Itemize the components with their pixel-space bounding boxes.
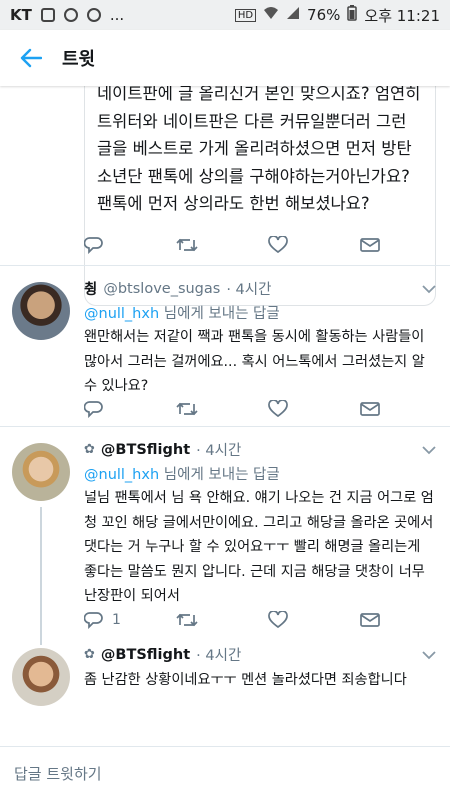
tweet-header: ✿ @BTSflight · 4시간 [84,439,241,460]
hd-icon: HD [234,8,257,22]
reply-context: @null_hxh 님에게 보내는 답글 [84,463,280,484]
envelope-icon [360,238,380,252]
reply-icon [84,237,103,254]
clock: 오후 11:21 [364,6,440,25]
tweet-header: 췽 @btslove_sugas · 4시간 [84,278,271,299]
wifi-icon [263,6,279,24]
retweet-icon [176,238,198,252]
quoted-tweet-text: 네이트판에 글 올리신거 본인 맞으시죠? 엄연히 트위터와 네이트판은 다른 … [97,86,421,213]
heart-icon [268,236,288,254]
at-icon [86,8,101,22]
main-tweet-actions [84,234,450,256]
reply-button[interactable]: 1 [84,611,176,629]
reply-button[interactable] [84,236,176,254]
reply-context: @null_hxh 님에게 보내는 답글 [84,302,280,323]
retweet-icon [176,402,198,416]
reply-composer[interactable]: 답글 트윗하기 [0,746,450,800]
tweet-item[interactable]: ✿ @BTSflight · 4시간 @null_hxh 님에게 보내는 답글 … [0,427,450,645]
dm-button[interactable] [360,612,450,628]
reply-placeholder[interactable]: 답글 트윗하기 [14,763,102,784]
reply-icon [84,401,103,418]
sync-icon [63,8,78,22]
display-name[interactable]: @BTSflight [101,442,190,458]
back-button[interactable] [0,30,62,86]
tweet-text: 널님 팬톡에서 님 욕 안해요. 얘기 나오는 건 지금 어그로 엄청 꼬인 해… [84,490,434,604]
like-button[interactable] [268,400,360,418]
reply-count: 1 [112,612,121,628]
thread-connector [40,507,42,645]
app-bar: 트윗 [0,30,450,86]
tweet-item[interactable]: 췽 @btslove_sugas · 4시간 @null_hxh 님에게 보내는… [0,266,450,428]
dm-button[interactable] [360,401,450,417]
battery-icon [347,5,358,25]
user-emoji-icon: ✿ [84,442,95,457]
tweet-time: · 4시간 [226,282,272,298]
mention-link[interactable]: @null_hxh [84,306,159,322]
carrier-label: KT [10,6,32,24]
tweet-text: 좀 난감한 상황이네요ㅜㅜ 멘션 놀라셨다면 죄송합니다 [84,672,407,688]
tweet-thread[interactable]: 네이트판에 글 올리신거 본인 맞으시죠? 엄연히 트위터와 네이트판은 다른 … [0,86,450,746]
tweet-item[interactable]: ✿ @BTSflight · 4시간 좀 난감한 상황이네요ㅜㅜ 멘션 놀라셨다… [0,638,450,746]
dm-button[interactable] [360,237,450,253]
like-button[interactable] [268,611,360,629]
back-arrow-icon [20,48,42,68]
tweet-time: · 4시간 [196,443,242,459]
tweet-time: · 4시간 [196,648,242,664]
reply-suffix: 님에게 보내는 답글 [163,306,280,322]
avatar[interactable] [12,282,70,340]
like-button[interactable] [268,236,360,254]
signal-icon [286,6,300,24]
tweet-text: 왠만해서는 저같이 짹과 팬톡을 동시에 활동하는 사람들이 많아서 그러는 걸… [84,329,425,394]
gallery-icon [40,8,55,22]
retweet-button[interactable] [176,400,268,418]
envelope-icon [360,402,380,416]
mention-link[interactable]: @null_hxh [84,467,159,483]
tweet-header: ✿ @BTSflight · 4시간 [84,644,241,665]
reply-button[interactable] [84,400,176,418]
page-title: 트윗 [62,49,96,70]
reply-icon [84,612,103,629]
user-handle[interactable]: @btslove_sugas [103,281,220,297]
retweet-button[interactable] [176,611,268,629]
chevron-down-icon[interactable] [422,650,436,660]
tweet-actions: 1 [84,609,450,631]
avatar[interactable] [12,648,70,706]
heart-icon [268,400,288,418]
retweet-icon [176,613,198,627]
envelope-icon [360,613,380,627]
display-name[interactable]: 췽 [84,278,97,299]
reply-suffix: 님에게 보내는 답글 [163,467,280,483]
display-name[interactable]: @BTSflight [101,647,190,663]
status-bar: KT ... HD 76% 오후 11:21 [0,0,450,30]
chevron-down-icon[interactable] [422,445,436,455]
battery-percent: 76% [307,6,341,24]
user-emoji-icon: ✿ [84,647,95,662]
heart-icon [268,611,288,629]
tweet-actions [84,398,450,420]
more-notifications: ... [109,6,125,24]
chevron-down-icon[interactable] [422,284,436,294]
avatar[interactable] [12,443,70,501]
retweet-button[interactable] [176,236,268,254]
